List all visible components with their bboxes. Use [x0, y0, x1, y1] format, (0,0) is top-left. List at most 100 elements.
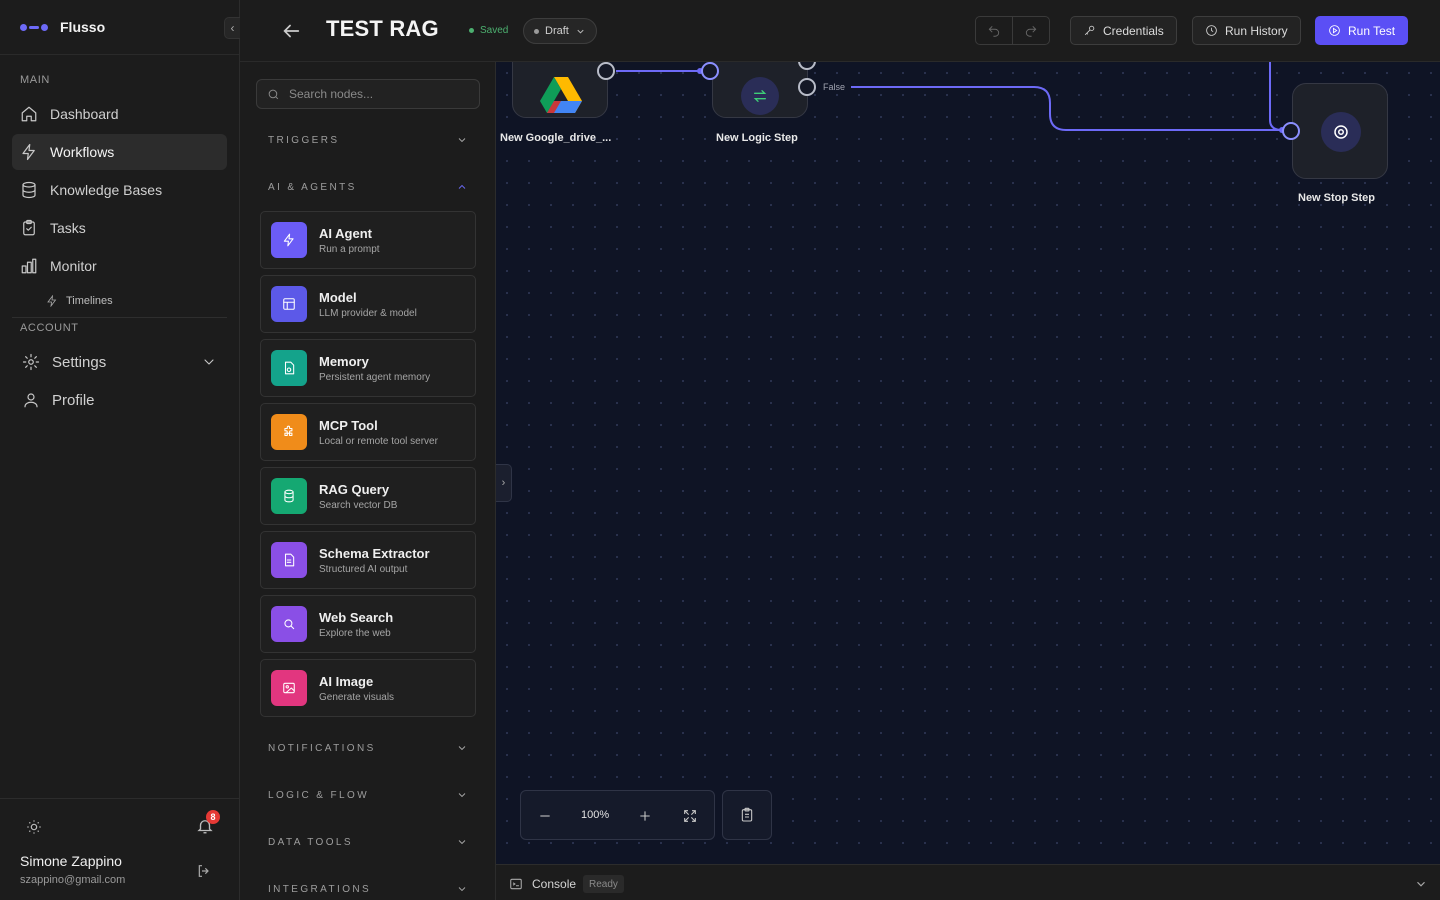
node-card-description: Structured AI output	[319, 564, 408, 575]
output-port[interactable]	[597, 62, 615, 80]
puzzle-icon	[271, 414, 307, 450]
run-history-button[interactable]: Run History	[1192, 16, 1301, 45]
node-search[interactable]	[256, 79, 480, 109]
sidebar-item-profile[interactable]: Profile	[12, 382, 227, 418]
category-ai-agents[interactable]: AI & AGENTS	[268, 179, 468, 195]
status-dot-icon	[469, 28, 474, 33]
gear-icon	[22, 353, 40, 371]
run-test-button[interactable]: Run Test	[1315, 16, 1409, 45]
sidebar-subitem-timelines[interactable]: Timelines	[46, 291, 113, 311]
sidebar-item-monitor[interactable]: Monitor	[12, 248, 227, 284]
redo-button[interactable]	[1013, 17, 1049, 44]
search-icon	[271, 606, 307, 642]
node-card-mcp-tool[interactable]: MCP Tool Local or remote tool server	[260, 403, 476, 461]
sidebar-item-label: Profile	[52, 391, 95, 409]
workflow-canvas[interactable]: New Google_drive_... False New Logic Ste…	[496, 62, 1440, 864]
credentials-button[interactable]: Credentials	[1070, 16, 1177, 45]
zoom-out-button[interactable]	[535, 806, 555, 826]
category-notifications[interactable]: NOTIFICATIONS	[268, 740, 468, 756]
connection-edges	[616, 62, 1285, 133]
plus-icon	[640, 811, 650, 821]
fit-view-button[interactable]	[680, 806, 700, 826]
zoom-in-button[interactable]	[635, 806, 655, 826]
status-value: Draft	[545, 25, 569, 37]
category-logic-flow[interactable]: LOGIC & FLOW	[268, 787, 468, 803]
sun-icon[interactable]	[26, 819, 42, 835]
sidebar-item-label: Tasks	[50, 220, 86, 236]
run-history-label: Run History	[1225, 23, 1288, 38]
clipboard-icon	[23, 219, 35, 236]
workflow-node-google-drive[interactable]	[512, 62, 608, 118]
user-name: Simone Zappino	[20, 853, 122, 869]
node-card-description: Local or remote tool server	[319, 436, 438, 447]
node-label-google-drive: New Google_drive_...	[500, 132, 612, 144]
node-card-ai-image[interactable]: AI Image Generate visuals	[260, 659, 476, 717]
home-icon	[21, 106, 37, 122]
node-card-description: Generate visuals	[319, 692, 395, 703]
search-input[interactable]	[289, 87, 469, 101]
node-card-schema-extractor[interactable]: Schema Extractor Structured AI output	[260, 531, 476, 589]
chevron-down-icon	[458, 840, 466, 845]
expand-icon	[684, 810, 696, 822]
bolt-icon	[271, 222, 307, 258]
clipboard-button[interactable]	[722, 790, 772, 840]
sidebar-item-tasks[interactable]: Tasks	[12, 210, 227, 246]
chevron-down-icon	[458, 793, 466, 798]
category-label: LOGIC & FLOW	[268, 789, 370, 801]
workflow-node-logic-step[interactable]	[712, 62, 808, 118]
category-label: DATA TOOLS	[268, 836, 353, 848]
sidebar-item-label: Monitor	[50, 258, 97, 274]
branch-label-false: False	[823, 82, 846, 92]
console-bar[interactable]: Console Ready	[496, 864, 1440, 900]
sidebar-item-label: Settings	[52, 353, 107, 371]
category-integrations[interactable]: INTEGRATIONS	[268, 881, 468, 897]
node-card-title: Memory	[319, 354, 369, 369]
sidebar-item-knowledge-bases[interactable]: Knowledge Bases	[12, 172, 227, 208]
input-port[interactable]	[1282, 122, 1300, 140]
undo-button[interactable]	[976, 17, 1013, 44]
swap-icon	[741, 77, 779, 115]
node-card-ai-agent[interactable]: AI Agent Run a prompt	[260, 211, 476, 269]
sidebar-item-workflows[interactable]: Workflows	[12, 134, 227, 170]
chevron-down-icon	[458, 887, 466, 892]
sidebar-item-settings[interactable]: Settings	[12, 344, 227, 380]
expand-library-button[interactable]: ›	[496, 464, 512, 502]
node-card-title: MCP Tool	[319, 418, 378, 433]
node-card-title: Schema Extractor	[319, 546, 430, 561]
logout-icon[interactable]	[196, 863, 212, 879]
arrow-left-icon[interactable]	[280, 20, 302, 42]
console-status-badge: Ready	[583, 875, 624, 893]
node-card-model[interactable]: Model LLM provider & model	[260, 275, 476, 333]
account-section-label: ACCOUNT	[20, 322, 79, 334]
node-card-memory[interactable]: Memory Persistent agent memory	[260, 339, 476, 397]
output-port-false[interactable]	[798, 78, 816, 96]
minus-icon	[540, 815, 550, 817]
sidebar-footer: 8 Simone Zappino szappino@gmail.com	[0, 798, 240, 900]
category-label: NOTIFICATIONS	[268, 742, 376, 754]
sidebar-item-dashboard[interactable]: Dashboard	[12, 96, 227, 132]
workflow-title[interactable]: TEST RAG	[326, 16, 439, 42]
collapse-sidebar-button[interactable]: ‹	[224, 17, 240, 39]
node-card-title: AI Image	[319, 674, 374, 689]
input-port[interactable]	[701, 62, 719, 80]
node-card-description: Explore the web	[319, 628, 391, 639]
node-card-title: Model	[319, 290, 357, 305]
node-card-web-search[interactable]: Web Search Explore the web	[260, 595, 476, 653]
chevron-down-icon[interactable]	[1414, 877, 1428, 891]
file-icon	[271, 350, 307, 386]
sidebar-item-label: Workflows	[50, 144, 115, 160]
node-card-title: RAG Query	[319, 482, 390, 497]
database-icon	[22, 181, 36, 199]
user-email: szappino@gmail.com	[20, 874, 126, 886]
database-icon	[271, 478, 307, 514]
flusso-logo-icon	[20, 23, 48, 31]
workflow-node-stop-step[interactable]	[1292, 83, 1388, 179]
category-triggers[interactable]: TRIGGERS	[268, 132, 468, 148]
node-card-rag-query[interactable]: RAG Query Search vector DB	[260, 467, 476, 525]
category-data-tools[interactable]: DATA TOOLS	[268, 834, 468, 850]
chevron-up-icon	[458, 184, 466, 189]
node-card-description: Search vector DB	[319, 500, 398, 511]
bar-chart-icon	[21, 258, 37, 274]
status-dropdown[interactable]: Draft	[523, 18, 597, 44]
user-icon	[24, 393, 38, 408]
